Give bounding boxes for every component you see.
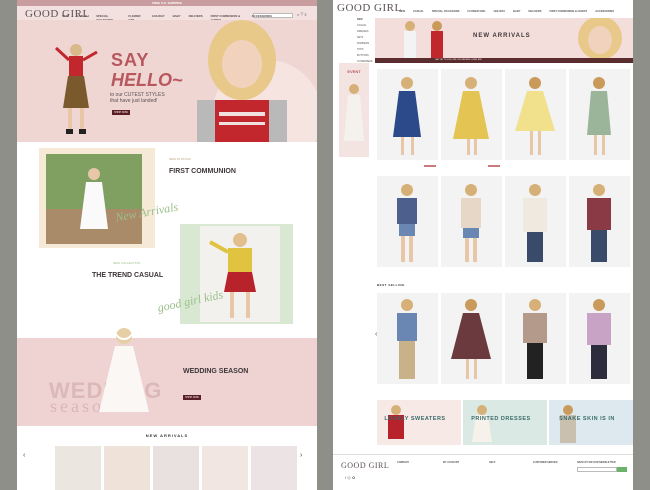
footer-col-company: COMPANY — [397, 461, 410, 464]
social-icons[interactable]: f ◎ ✿ — [345, 475, 355, 480]
communion-photo[interactable] — [46, 154, 142, 244]
nav-item[interactable]: FIRST COMMUNION & CHRIST — [549, 10, 587, 13]
homepage-screenshot: FREE U.S. SHIPPING GOOD GIRL SHOWROOM ⌕ … — [17, 0, 317, 490]
footer-col-service: CUSTOMER SERVICE — [533, 461, 558, 464]
side-menu-item[interactable]: NEW — [357, 18, 363, 21]
nav-item[interactable]: SPECIAL OCCASIONS — [432, 10, 460, 13]
product-card[interactable] — [505, 69, 566, 160]
side-menu-item[interactable]: ROMPERS — [357, 42, 369, 45]
product-card[interactable] — [505, 293, 566, 384]
side-menu-item[interactable]: DRESSES — [357, 30, 368, 33]
side-menu-item[interactable]: SETS — [357, 36, 363, 39]
printed-dresses-banner[interactable]: PRINTED DRESSES — [463, 400, 547, 445]
product-card[interactable] — [441, 176, 502, 267]
nav-item[interactable]: CASUAL — [413, 10, 424, 13]
new-arrivals-carousel — [55, 446, 297, 490]
product-card[interactable] — [377, 69, 438, 167]
casual-girl-photo[interactable] — [200, 226, 280, 322]
new-arrivals-heading: NEW ARRIVALS — [145, 433, 189, 438]
product-card[interactable] — [377, 293, 438, 384]
product-card[interactable] — [569, 293, 630, 384]
best-selling-heading: BEST SELLING — [377, 283, 405, 287]
first-communion-kicker: NEW IN STOCK — [169, 157, 191, 161]
product-thumb[interactable] — [202, 446, 248, 490]
side-menu-item[interactable]: TOPS — [357, 48, 363, 51]
site-logo[interactable]: GOOD GIRL — [337, 2, 402, 14]
hero-headline-2: HELLO~ — [111, 70, 183, 90]
feature-banners: LOVELY SWEATERS PRINTED DRESSES SNAKE SK… — [377, 400, 633, 445]
first-communion-title: FIRST COMMUNION — [169, 168, 236, 175]
hero-headline: SAY — [111, 50, 150, 70]
nav-item[interactable]: HOLIDAY — [494, 10, 505, 13]
event-sidebar-promo[interactable]: EVENT — [339, 63, 369, 157]
wedding-girl-photo[interactable] — [89, 320, 159, 420]
product-thumb[interactable] — [104, 446, 150, 490]
event-label: EVENT — [347, 69, 361, 74]
site-footer: GOOD GIRL COMPANY MY ACCOUNT HELP CUSTOM… — [333, 454, 633, 490]
carousel-next-icon[interactable]: › — [300, 452, 302, 459]
hero-girl-closeup-photo — [197, 20, 287, 142]
product-card[interactable] — [441, 69, 502, 167]
nav-item[interactable]: BABY — [513, 10, 520, 13]
product-card[interactable] — [569, 176, 630, 267]
event-girl-photo — [344, 84, 364, 141]
wedding-shop-button[interactable]: SHOP NOW — [183, 395, 201, 400]
nav-item[interactable]: NEW — [399, 10, 405, 13]
trend-casual-kicker: NEW COLLECTION — [113, 261, 141, 265]
lovely-sweaters-banner[interactable]: LOVELY SWEATERS — [377, 400, 461, 445]
header-icons[interactable]: ⌕ ♡ ⚲ — [297, 12, 307, 17]
side-menu-item[interactable]: BOTTOMS — [357, 54, 369, 57]
footer-col-account: MY ACCOUNT — [443, 461, 460, 464]
product-grid — [377, 69, 630, 283]
hero-tagline-line2: that have just landed! — [110, 98, 158, 104]
trend-casual-title: THE TREND CASUAL — [92, 272, 164, 279]
snake-skin-banner[interactable]: SNAKE SKIN IS IN — [549, 400, 633, 445]
nav-item[interactable]: FLOWER GIRL — [468, 10, 486, 13]
product-thumb[interactable] — [251, 446, 297, 490]
banner-girls-photo — [404, 21, 443, 58]
hero-tagline: to our CUTEST STYLES that have just land… — [110, 92, 165, 104]
nav-item[interactable]: DELIVERS — [528, 10, 541, 13]
banner-title: NEW ARRIVALS — [473, 33, 531, 39]
newsletter-submit-button[interactable] — [617, 467, 627, 472]
banner-girl-closeup-photo — [578, 18, 622, 58]
product-card[interactable] — [569, 69, 630, 160]
carousel-prev-icon[interactable]: ‹ — [23, 452, 25, 459]
category-page-screenshot: GOOD GIRL NEW CASUAL SPECIAL OCCASIONS F… — [333, 0, 633, 490]
nav-item[interactable]: ACCESSORIES — [595, 10, 614, 13]
footer-col-newsletter: SIGN UP FOR OUR NEWSLETTER — [577, 461, 616, 464]
best-selling-carousel — [377, 293, 630, 384]
product-card[interactable] — [377, 176, 438, 267]
side-menu-item[interactable]: CASUAL — [357, 24, 367, 27]
product-thumb[interactable] — [55, 446, 101, 490]
product-card[interactable] — [505, 176, 566, 267]
newsletter-email-input[interactable] — [577, 467, 617, 472]
footer-col-help: HELP — [489, 461, 496, 464]
product-thumb[interactable] — [153, 446, 199, 490]
footer-logo[interactable]: GOOD GIRL — [341, 461, 389, 470]
hero-girl-photo — [54, 44, 98, 134]
main-nav: NEW CASUAL SPECIAL OCCASIONS FLOWER GIRL… — [399, 10, 614, 13]
wedding-title: WEDDING SEASON — [183, 368, 249, 375]
side-menu: NEW CASUAL DRESSES SETS ROMPERS TOPS BOT… — [333, 18, 375, 68]
hero-shop-button[interactable]: SHOP NOW — [112, 110, 130, 115]
product-card[interactable] — [441, 293, 502, 384]
promo-strip: GET UP TO 10% OFF ON ORDERS OVER $99 — [375, 58, 633, 63]
